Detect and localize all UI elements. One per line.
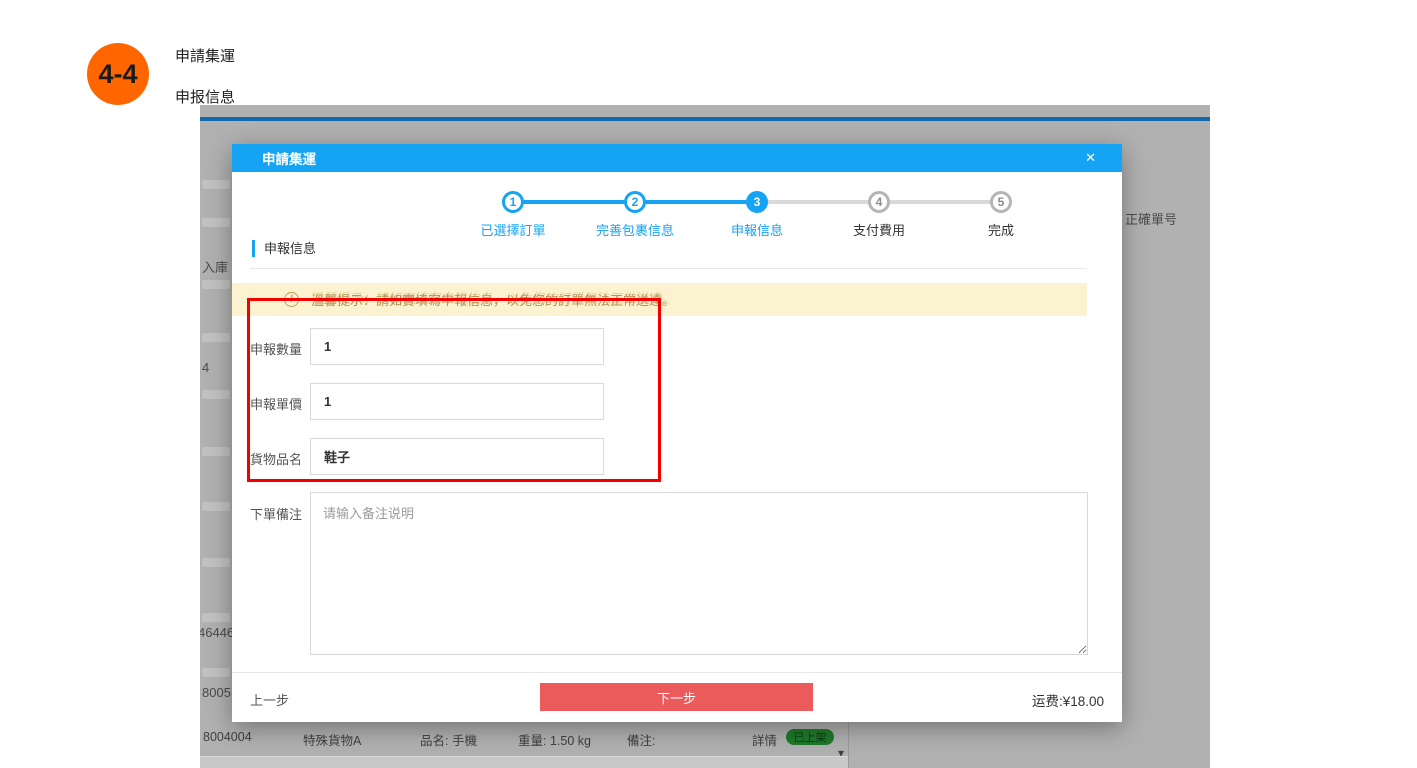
declared-quantity-input[interactable] [310, 328, 604, 365]
status-badge-on-shelf: 已上架 [786, 729, 834, 745]
step-label-payment: 支付費用 [853, 220, 905, 239]
bg-label-correct-tracking-no: 正確單号 [1125, 209, 1177, 228]
step-circle-3: 3 [746, 191, 768, 213]
bg-remark-label: 備注: [627, 730, 655, 749]
close-icon[interactable]: ✕ [1085, 150, 1096, 166]
step-label-declaration-info: 申報信息 [731, 220, 783, 239]
order-remark-textarea[interactable] [310, 492, 1088, 655]
dimmed-row [202, 613, 230, 622]
modal-header: 申請集運 ✕ [232, 144, 1122, 172]
dimmed-row [202, 447, 230, 456]
dimmed-row [202, 280, 230, 289]
dimmed-row [202, 180, 230, 189]
step-label-package-info: 完善包裹信息 [596, 220, 674, 239]
goods-name-input[interactable] [310, 438, 604, 475]
warning-text: 溫馨提示：請如實填寫申報信息，以免您的訂單無法正常送達。 [311, 290, 675, 309]
step-circle-1: 1 [502, 191, 524, 213]
divider [232, 672, 1122, 673]
declared-price-input[interactable] [310, 383, 604, 420]
bg-detail-link: 詳情 [752, 730, 777, 749]
dimmed-row [202, 333, 230, 342]
step-label-selected-orders: 已選擇訂單 [480, 220, 545, 239]
divider [848, 722, 849, 768]
declared-quantity-label: 申報數量 [250, 339, 302, 358]
order-remark-label: 下單備注 [250, 504, 302, 523]
dimmed-row [202, 218, 230, 227]
step-circle-5: 5 [990, 191, 1012, 213]
dimmed-row [202, 668, 230, 677]
previous-step-button[interactable]: 上一步 [250, 690, 289, 709]
bg-goods-type: 特殊貨物A [303, 730, 361, 749]
goods-name-label: 貨物品名 [250, 449, 302, 468]
bg-goods-name: 品名: 手機 [420, 730, 477, 749]
modal-title: 申請集運 [262, 148, 316, 168]
bg-label-number: 46446 [200, 625, 234, 640]
warning-circle-icon: ! [284, 292, 299, 307]
warning-banner: ! 溫馨提示：請如實填寫申報信息，以免您的訂單無法正常送達。 [232, 283, 1087, 316]
dimmed-row [200, 757, 848, 768]
annotation-title: 申請集運 [175, 45, 235, 66]
step-circle-4: 4 [868, 191, 890, 213]
step-label-done: 完成 [988, 220, 1014, 239]
bg-order-number: 8004004 [203, 730, 252, 744]
bg-goods-weight: 重量: 1.50 kg [518, 730, 591, 749]
divider [250, 268, 1087, 269]
apply-consolidation-modal: 申請集運 ✕ 1 2 3 4 5 已選擇訂單 完善包裹信息 申報信息 支付費用 … [232, 144, 1122, 722]
annotation-subtitle: 申报信息 [175, 86, 235, 107]
freight-fee: 运费:¥18.00 [1032, 690, 1104, 710]
dimmed-row [202, 558, 230, 567]
step-number-badge: 4-4 [87, 43, 149, 105]
section-title-declaration-info: 申報信息 [252, 240, 316, 257]
next-step-button[interactable]: 下一步 [540, 683, 813, 711]
step-circle-2: 2 [624, 191, 646, 213]
bg-label-warehouse: 入庫 [202, 257, 228, 276]
bg-label-number: 8005 [202, 685, 231, 700]
dimmed-row [202, 502, 230, 511]
bg-label-number: 4 [202, 360, 209, 375]
background-top-blue-line [200, 117, 1210, 121]
declared-price-label: 申報單價 [250, 394, 302, 413]
dimmed-row [202, 390, 230, 399]
